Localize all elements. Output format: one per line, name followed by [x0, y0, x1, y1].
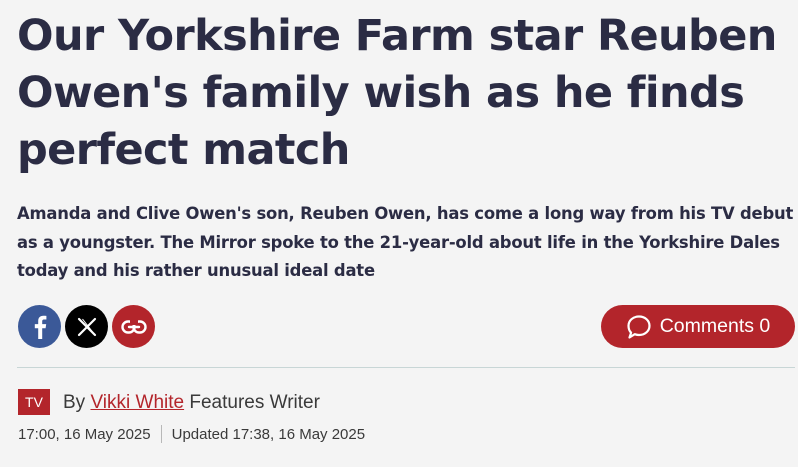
divider — [17, 367, 795, 368]
comments-label: Comments 0 — [659, 315, 771, 337]
x-icon — [77, 317, 96, 336]
x-share-button[interactable] — [65, 305, 108, 348]
comments-button[interactable]: Comments 0 — [601, 305, 795, 348]
updated-date: Updated 17:38, 16 May 2025 — [171, 425, 366, 443]
author-role: Features Writer — [189, 392, 320, 413]
published-date: 17:00, 16 May 2025 — [18, 425, 151, 443]
facebook-share-button[interactable] — [18, 305, 61, 348]
section-badge[interactable]: TV — [18, 389, 50, 415]
author-link[interactable]: Vikki White — [90, 392, 184, 413]
link-icon — [120, 319, 147, 334]
speech-bubble-icon — [627, 314, 651, 339]
byline-by: By — [63, 392, 86, 413]
byline: By Vikki White Features Writer — [63, 392, 320, 414]
article-headline: Our Yorkshire Farm star Reuben Owen's fa… — [17, 11, 777, 175]
article-standfirst: Amanda and Clive Owen's son, Reuben Owen… — [17, 204, 794, 280]
facebook-icon — [34, 315, 46, 339]
article-dates: 17:00, 16 May 2025 Updated 17:38, 16 May… — [18, 425, 365, 443]
date-separator — [160, 425, 162, 443]
copy-link-button[interactable] — [112, 305, 155, 348]
share-bar — [18, 305, 155, 348]
comments-count: 0 — [759, 315, 771, 337]
